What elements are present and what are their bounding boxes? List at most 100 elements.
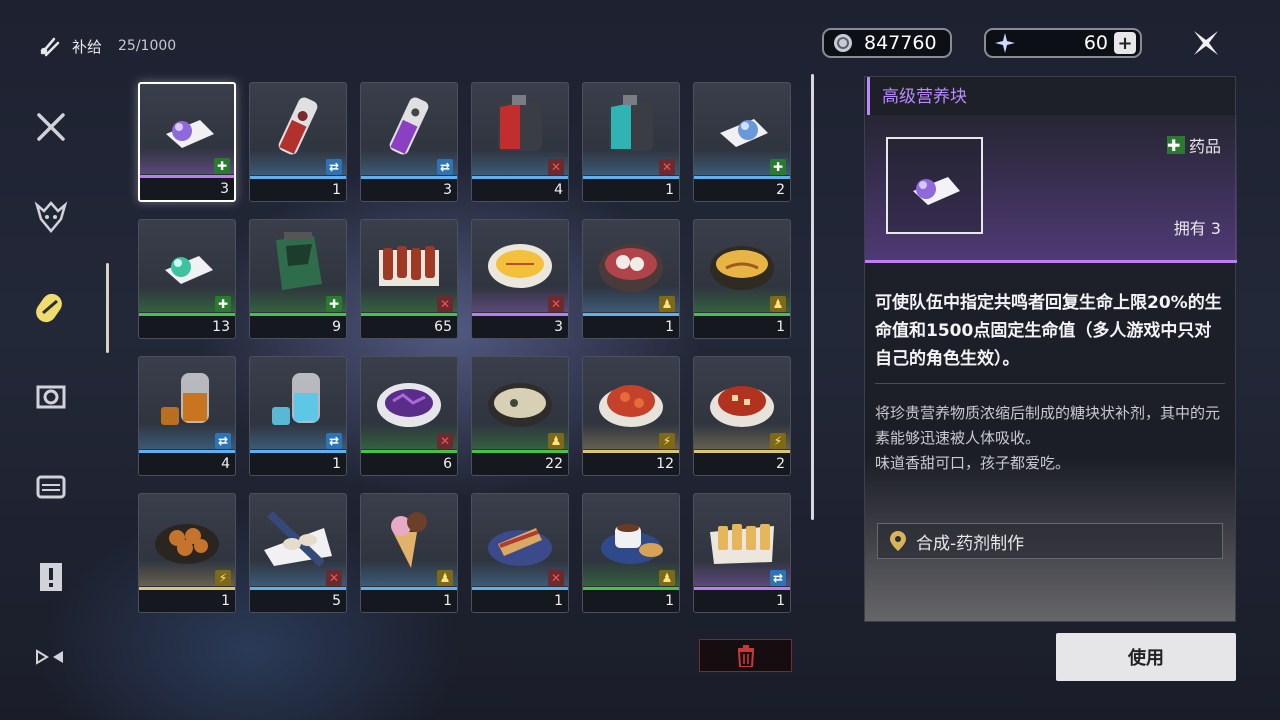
detail-item-name: 高级营养块 — [867, 77, 1237, 115]
description-line: 将珍贵营养物质浓缩后制成的糖块状补剂，其中的元素能够迅速被人体吸收。 — [875, 404, 1221, 447]
item-count: 1 — [583, 590, 679, 612]
candy-icon — [913, 177, 960, 205]
item-slot[interactable]: ⚡ 1 — [138, 493, 236, 613]
trash-icon — [737, 644, 754, 667]
item-slot[interactable]: ✚ 9 — [249, 219, 347, 339]
detail-type-label: 药品 — [1188, 137, 1221, 156]
red-category-badge-icon: ✕ — [326, 570, 342, 586]
item-count: 3 — [472, 316, 568, 338]
item-slot[interactable]: ♟ 1 — [582, 219, 680, 339]
coffee-bread-icon — [601, 524, 663, 564]
item-slot[interactable]: ✕ 6 — [360, 356, 458, 476]
special-icon — [36, 649, 63, 665]
detail-item-image — [886, 137, 983, 234]
item-slot[interactable]: ♟ 22 — [471, 356, 569, 476]
soup-icon — [488, 383, 552, 427]
medicine-icon: ✚ — [1166, 136, 1185, 155]
blue-category-badge-icon: ⇄ — [437, 159, 453, 175]
item-count: 2 — [694, 453, 790, 475]
item-slot[interactable]: ⇄ 1 — [249, 356, 347, 476]
detail-description: 将珍贵营养物质浓缩后制成的糖块状补剂，其中的元素能够迅速被人体吸收。 味道香甜可… — [875, 401, 1227, 476]
item-detail-panel: 高级营养块 ✚ 药品 拥有 3 可使队伍中指定共鸣者回复生命上限20%的生命值和… — [864, 76, 1237, 622]
green-category-badge-icon: ✚ — [215, 296, 231, 312]
item-slot[interactable]: ⚡ 2 — [693, 356, 791, 476]
item-slot[interactable]: ✕ 1 — [582, 82, 680, 202]
use-button[interactable]: 使用 — [1056, 633, 1236, 681]
nav-weapons[interactable] — [28, 104, 74, 150]
purple-salad-icon — [377, 383, 441, 427]
dumpling-plate-icon — [264, 511, 332, 567]
close-button[interactable] — [1188, 26, 1224, 60]
yellow-category-badge-icon: ⚡ — [215, 570, 231, 586]
item-slot[interactable]: ⇄ 1 — [249, 82, 347, 202]
item-slot[interactable]: ⇄ 1 — [693, 493, 791, 613]
item-slot[interactable]: ✚ 13 — [138, 219, 236, 339]
supply-category-icon — [40, 37, 60, 57]
quest-icon — [40, 563, 62, 591]
green-category-badge-icon: ✚ — [326, 296, 342, 312]
source-link[interactable]: 合成-药剂制作 — [877, 523, 1223, 559]
yellow-category-badge-icon: ⚡ — [659, 433, 675, 449]
dumpling-bowl-icon — [599, 244, 663, 292]
ice-cream-icon — [391, 512, 427, 568]
shell-credit-display: 847760 — [822, 28, 952, 58]
omelette-icon — [488, 244, 552, 288]
source-label: 合成-药剂制作 — [916, 533, 1025, 554]
green-pack-icon — [276, 232, 322, 290]
fried-snack-icon — [710, 524, 774, 564]
item-slot[interactable]: ✚ 2 — [693, 82, 791, 202]
item-count: 5 — [250, 590, 346, 612]
nav-echoes[interactable] — [28, 194, 74, 240]
item-count: 1 — [361, 590, 457, 612]
item-slot[interactable]: ✕ 4 — [471, 82, 569, 202]
yellow-category-badge-icon: ♟ — [437, 570, 453, 586]
red-category-badge-icon: ✕ — [437, 296, 453, 312]
nav-special[interactable] — [28, 634, 74, 680]
item-slot[interactable]: ♟ 1 — [582, 493, 680, 613]
item-slot[interactable]: ✕ 65 — [360, 219, 458, 339]
item-slot[interactable]: ♟ 1 — [360, 493, 458, 613]
green-category-badge-icon: ✚ — [214, 158, 230, 174]
item-count: 13 — [139, 316, 235, 338]
item-slot[interactable]: ♟ 1 — [693, 219, 791, 339]
detail-divider — [875, 383, 1225, 384]
amber-tea-icon — [161, 373, 209, 425]
red-canister-icon — [278, 97, 318, 155]
item-slot[interactable]: ✕ 1 — [471, 493, 569, 613]
add-astrite-button[interactable]: + — [1114, 32, 1136, 54]
item-slot[interactable]: ⇄ 3 — [360, 82, 458, 202]
bun-plate-icon — [155, 524, 219, 564]
item-slot[interactable]: ✕ 5 — [249, 493, 347, 613]
blue-category-badge-icon: ⇄ — [326, 159, 342, 175]
yellow-category-badge-icon: ♟ — [659, 570, 675, 586]
inventory-header: 补给 25/1000 — [36, 33, 176, 59]
discard-button[interactable] — [699, 639, 792, 672]
nav-supplies[interactable] — [28, 284, 74, 330]
item-count: 1 — [583, 316, 679, 338]
nav-quest-items[interactable] — [28, 554, 74, 600]
skewer-icon — [379, 246, 439, 286]
item-count: 1 — [472, 590, 568, 612]
green-category-badge-icon: ✚ — [770, 159, 786, 175]
item-slot[interactable]: ✕ 3 — [471, 219, 569, 339]
red-category-badge-icon: ✕ — [548, 570, 564, 586]
item-count: 1 — [250, 453, 346, 475]
detail-hero: ✚ 药品 拥有 3 — [865, 115, 1237, 263]
red-category-badge-icon: ✕ — [548, 159, 564, 175]
item-count: 4 — [472, 179, 568, 201]
item-count: 3 — [361, 179, 457, 201]
red-category-badge-icon: ✕ — [437, 433, 453, 449]
item-slot[interactable]: ✚ 3 — [138, 82, 236, 202]
nav-resources[interactable] — [28, 374, 74, 420]
item-slot[interactable]: ⚡ 12 — [582, 356, 680, 476]
item-count: 9 — [250, 316, 346, 338]
supply-icon — [36, 293, 62, 323]
detail-owned-count: 拥有 3 — [1173, 219, 1221, 238]
resource-icon — [36, 385, 66, 409]
grid-scrollbar[interactable] — [811, 74, 814, 520]
nav-materials[interactable] — [28, 464, 74, 510]
item-count: 6 — [361, 453, 457, 475]
astrite-display: 60 + — [984, 28, 1142, 58]
category-title: 补给 — [72, 37, 103, 56]
item-slot[interactable]: ⇄ 4 — [138, 356, 236, 476]
